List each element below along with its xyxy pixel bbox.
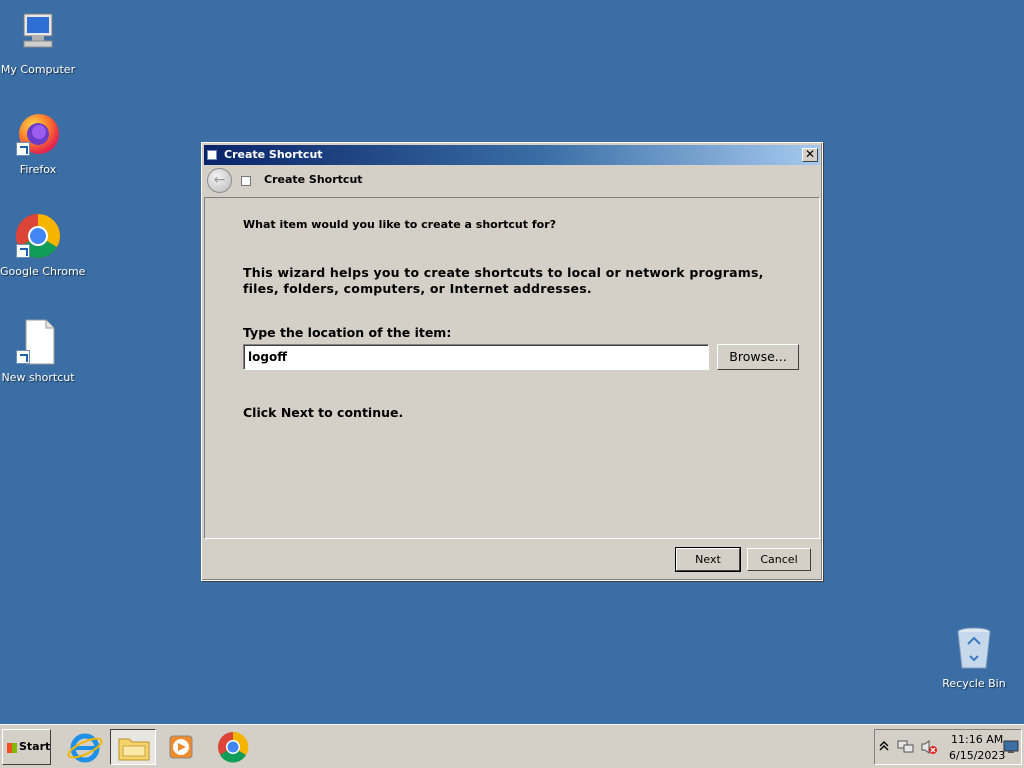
create-shortcut-dialog: Create Shortcut ✕ ← Create Shortcut What… <box>201 142 823 581</box>
chrome-icon <box>14 212 62 260</box>
show-desktop-icon[interactable] <box>1003 740 1019 757</box>
taskbar: Start 11:16 AM 6/15/2023 <box>0 724 1024 768</box>
wizard-title: Create Shortcut <box>264 173 363 186</box>
shortcut-icon <box>207 150 217 160</box>
taskbar-internet-explorer[interactable] <box>62 729 108 765</box>
window-title: Create Shortcut <box>224 148 323 161</box>
windows-logo-icon <box>7 743 17 753</box>
clock-time[interactable]: 11:16 AM <box>951 733 1003 746</box>
location-label: Type the location of the item: <box>243 325 452 340</box>
shortcut-arrow-icon <box>16 142 30 156</box>
start-button[interactable]: Start <box>2 729 51 765</box>
recycle-bin-icon <box>950 624 998 672</box>
continue-instruction: Click Next to continue. <box>243 405 404 420</box>
desktop-icon-recycle-bin[interactable]: Recycle Bin <box>936 624 1012 690</box>
back-button[interactable]: ← <box>207 168 232 193</box>
shortcut-icon <box>241 176 251 186</box>
wizard-description: This wizard helps you to create shortcut… <box>243 265 764 296</box>
desktop-icon-label: My Computer <box>0 63 76 76</box>
internet-explorer-icon <box>67 733 103 763</box>
volume-muted-icon[interactable] <box>920 739 938 758</box>
taskbar-media-player[interactable] <box>158 729 204 765</box>
system-tray: 11:16 AM 6/15/2023 <box>874 729 1022 765</box>
firefox-icon <box>14 110 62 158</box>
desktop-icon-label: Firefox <box>19 163 57 176</box>
media-player-icon <box>169 735 193 759</box>
next-button[interactable]: Next <box>675 547 741 572</box>
shortcut-arrow-icon <box>16 350 30 364</box>
location-input[interactable] <box>243 344 709 370</box>
close-button[interactable]: ✕ <box>802 148 818 162</box>
start-label: Start <box>19 740 51 753</box>
desktop-icon-new-shortcut[interactable]: New shortcut <box>0 318 76 384</box>
clock-date[interactable]: 6/15/2023 <box>949 749 1005 762</box>
cancel-button[interactable]: Cancel <box>747 548 811 571</box>
wizard-nav-bar: ← Create Shortcut <box>204 165 820 195</box>
computer-icon <box>14 10 62 58</box>
network-icon[interactable] <box>897 739 915 758</box>
chevron-up-icon[interactable] <box>879 739 889 756</box>
taskbar-file-explorer[interactable] <box>110 729 156 765</box>
title-bar[interactable]: Create Shortcut ✕ <box>204 145 820 165</box>
desktop-icon-label: New shortcut <box>1 371 75 384</box>
wizard-content: What item would you like to create a sho… <box>204 197 820 539</box>
taskbar-chrome[interactable] <box>210 729 256 765</box>
page-heading: What item would you like to create a sho… <box>243 218 557 231</box>
back-arrow-icon: ← <box>213 172 226 188</box>
desktop-icon-firefox[interactable]: Firefox <box>0 110 76 176</box>
browse-button[interactable]: Browse... <box>717 344 799 370</box>
desktop-icon-google-chrome[interactable]: Google Chrome <box>0 212 86 278</box>
file-explorer-icon <box>118 738 150 761</box>
desktop-icon-my-computer[interactable]: My Computer <box>0 10 76 76</box>
desktop-icon-label: Recycle Bin <box>942 677 1006 690</box>
chrome-icon <box>218 731 249 763</box>
blank-file-icon <box>14 318 62 366</box>
desktop-icon-label: Google Chrome <box>0 265 86 278</box>
shortcut-arrow-icon <box>16 244 30 258</box>
